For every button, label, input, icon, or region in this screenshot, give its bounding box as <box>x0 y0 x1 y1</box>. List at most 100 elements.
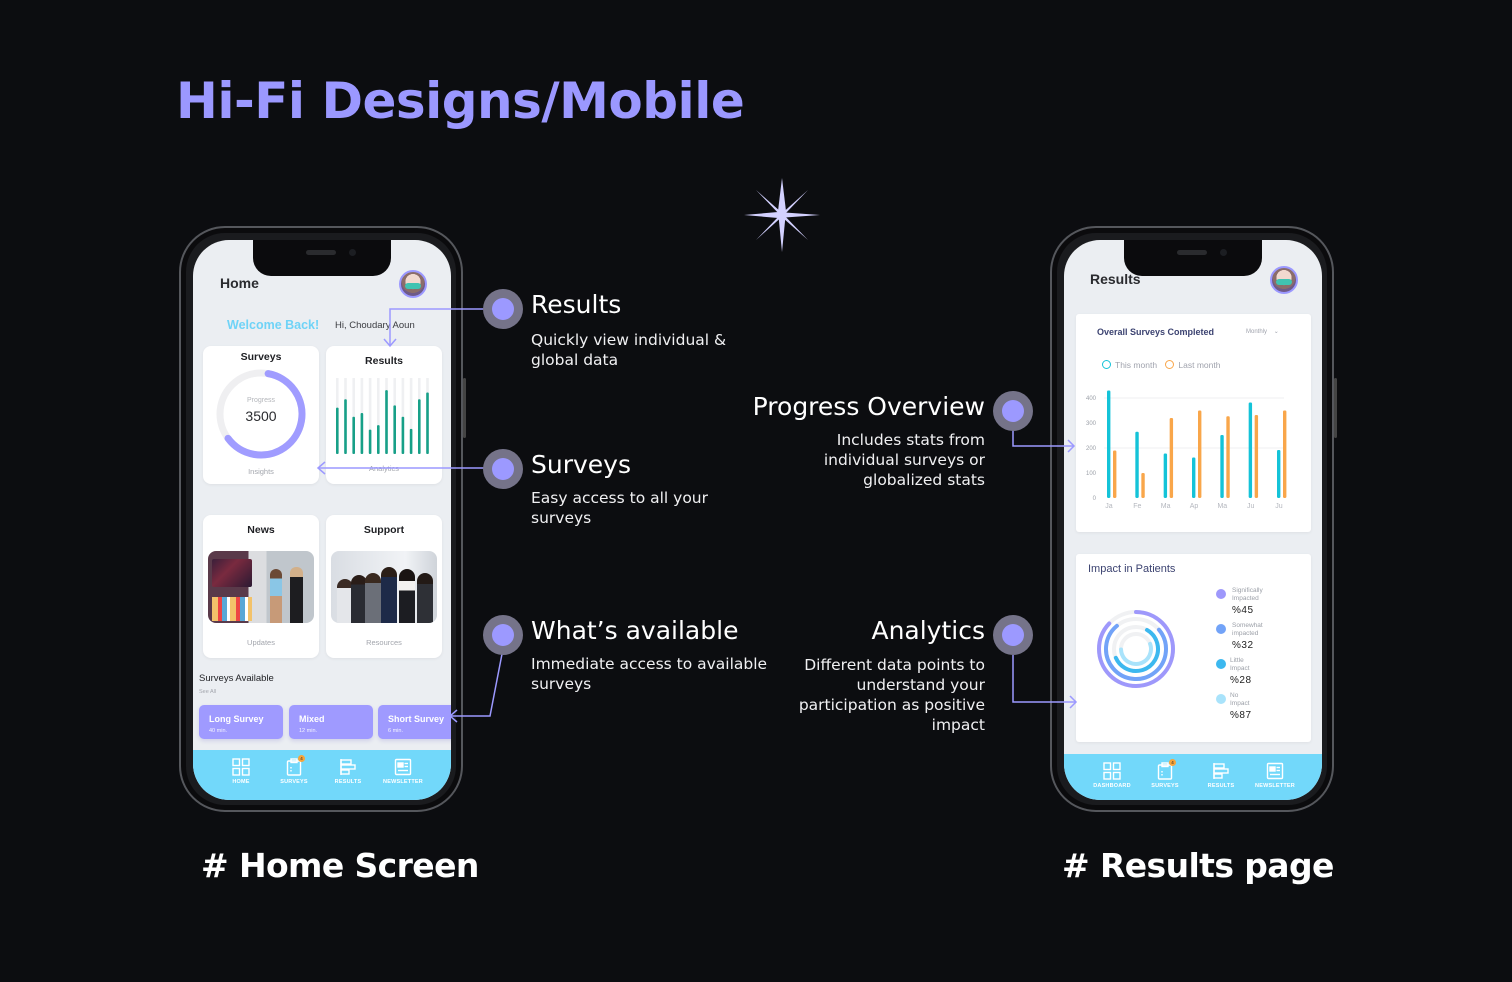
bar-last-month <box>1169 418 1174 498</box>
period-value: Monthly <box>1246 329 1268 335</box>
x-tick-label: Ma <box>1161 503 1171 510</box>
x-tick-label: Fe <box>1133 503 1141 510</box>
chevron-down-icon: ⌄ <box>1273 329 1279 335</box>
tab-home[interactable]: HOME <box>211 758 271 785</box>
impact-title: Impact in Patients <box>1088 563 1176 575</box>
mini-bar <box>393 405 396 454</box>
survey-duration: 40 min. <box>209 728 228 734</box>
tab-label: SURVEYS <box>280 779 308 785</box>
results-icon <box>340 759 356 775</box>
callout-title-progress: Progress Overview <box>752 392 985 421</box>
impact-card: Impact in Patients Significally Impacted … <box>1076 554 1311 742</box>
survey-duration: 12 min. <box>299 728 318 734</box>
mini-bar <box>377 425 380 454</box>
results-phone-mockup: Results Overall Surveys Completed Monthl… <box>1050 226 1337 812</box>
x-tick-label: Ju <box>1247 503 1255 510</box>
impact-ring-chart <box>1097 610 1175 688</box>
sparkle-icon <box>744 178 820 252</box>
tab-newsletter[interactable]: NEWSLETTER <box>1245 762 1305 789</box>
grid-icon <box>232 758 250 776</box>
legend-label: No Impact <box>1230 692 1250 707</box>
tab-surveys[interactable]: 4 SURVEYS <box>264 755 324 785</box>
see-all-link[interactable]: See All <box>199 689 216 695</box>
news-image <box>208 551 314 623</box>
bar-last-month <box>1141 473 1145 498</box>
support-card[interactable]: Support Resources <box>326 515 442 658</box>
survey-chip[interactable]: Long Survey 40 min. <box>199 705 283 739</box>
legend-label: Significally Impacted <box>1232 587 1263 602</box>
news-card[interactable]: News Updates <box>203 515 319 658</box>
bar-last-month <box>1226 416 1230 498</box>
surveys-available-title: Surveys Available <box>199 673 274 684</box>
bar-this-month <box>1248 402 1253 498</box>
callout-text-progress: Includes stats from individual surveys o… <box>823 431 985 489</box>
tab-surveys[interactable]: 4 SURVEYS <box>1135 759 1195 789</box>
mini-bar <box>401 416 405 454</box>
results-card[interactable]: Results Analytics <box>326 346 442 484</box>
card-subtitle: Analytics <box>368 464 399 473</box>
card-title: Results <box>365 355 403 367</box>
newsletter-icon <box>1266 762 1284 780</box>
welcome-text: Welcome Back! <box>227 318 320 332</box>
bar-this-month <box>1277 450 1281 498</box>
mini-bar <box>426 392 429 454</box>
card-title: Support <box>363 524 405 536</box>
phone-notch <box>253 240 391 276</box>
caption-home-screen: # Home Screen <box>201 846 479 885</box>
mini-bar-chart <box>336 378 429 454</box>
bar-last-month <box>1283 410 1287 498</box>
tab-dashboard[interactable]: DASHBOARD <box>1082 762 1142 789</box>
legend-last-month[interactable]: Last month <box>1165 360 1220 370</box>
mini-bar <box>344 399 347 454</box>
bottom-tab-bar: DASHBOARD 4 SURVEYS RESULTS NEWSLETTER <box>1064 754 1322 800</box>
support-image <box>331 551 437 623</box>
screen-title: Home <box>220 275 259 291</box>
ring-arc <box>1097 610 1175 688</box>
period-dropdown[interactable]: Monthly ⌄ <box>1246 328 1279 335</box>
bar-this-month <box>1192 457 1196 498</box>
survey-name: Short Survey <box>388 714 445 724</box>
tab-newsletter[interactable]: NEWSLETTER <box>373 758 433 785</box>
avatar[interactable] <box>399 270 427 298</box>
avatar[interactable] <box>1270 266 1298 294</box>
bar-last-month <box>1254 415 1259 498</box>
page-title: Hi-Fi Designs/Mobile <box>176 72 745 130</box>
progress-value: 3500 <box>245 408 277 424</box>
callout-text-surveys: Easy access to all your surveys <box>531 489 709 527</box>
bar-this-month <box>1163 453 1168 498</box>
surveys-card[interactable]: Surveys Progress 3500 Insights <box>203 346 319 484</box>
screen-title: Results <box>1090 271 1141 287</box>
tab-label: SURVEYS <box>1151 783 1179 789</box>
tab-results[interactable]: RESULTS <box>1191 762 1251 789</box>
mini-bar <box>336 407 339 454</box>
card-subtitle: Updates <box>247 638 275 647</box>
y-tick-label: 300 <box>1086 421 1097 427</box>
survey-name: Mixed <box>299 714 325 724</box>
tab-label: DASHBOARD <box>1093 783 1131 789</box>
grid-icon <box>1103 762 1121 780</box>
callout-title-analytics: Analytics <box>871 616 985 645</box>
card-subtitle: Resources <box>366 638 402 647</box>
notification-badge: 4 <box>298 755 305 762</box>
progress-label: Progress <box>246 397 275 404</box>
mini-bar <box>360 412 364 454</box>
x-tick-label: Ja <box>1105 503 1113 510</box>
y-tick-label: 100 <box>1086 471 1097 477</box>
legend-this-month[interactable]: This month <box>1102 360 1157 370</box>
tab-results[interactable]: RESULTS <box>318 758 378 785</box>
legend-swatch <box>1216 589 1226 599</box>
legend-swatch <box>1216 659 1226 669</box>
x-tick-label: Ma <box>1217 503 1227 510</box>
callout-title-results: Results <box>531 290 622 319</box>
overall-bar-chart: 0 100 200 300 400 Ja Fe Ma Ap Ma Ju Ju <box>1086 390 1287 510</box>
callout-marker-surveys <box>483 449 523 489</box>
legend-label: This month <box>1115 360 1158 370</box>
mini-bar <box>385 390 388 454</box>
home-screen: Home Welcome Back! Hi, Choudary Aoun Sur… <box>193 240 451 800</box>
phone-notch <box>1124 240 1262 276</box>
survey-chip[interactable]: Short Survey 6 min. <box>378 705 451 739</box>
newsletter-icon <box>394 758 412 776</box>
legend-label: Little Impact <box>1230 657 1250 672</box>
survey-chip[interactable]: Mixed 12 min. <box>289 705 373 739</box>
mini-bar <box>368 429 372 454</box>
